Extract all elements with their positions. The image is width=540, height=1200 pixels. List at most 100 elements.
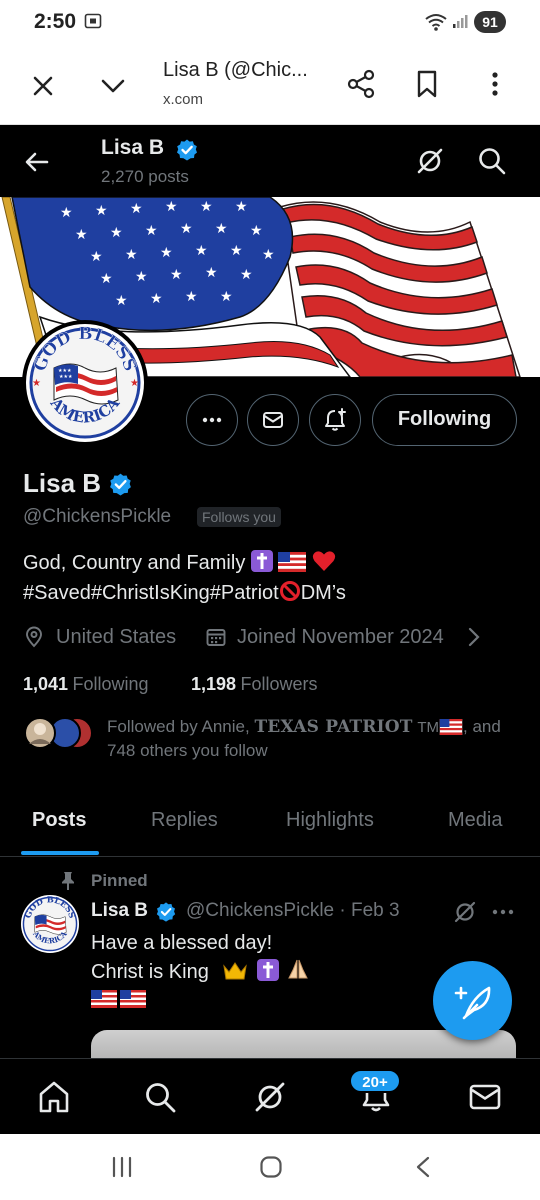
screenshot-icon: [84, 13, 102, 29]
battery-indicator: 91: [474, 11, 506, 33]
page-title: Lisa B (@Chic...: [163, 59, 308, 81]
profile-join-date: Joined November 2024: [237, 626, 444, 648]
followers-count-link[interactable]: 1,198 Followers: [191, 674, 318, 695]
close-icon[interactable]: [26, 69, 60, 103]
location-pin-icon: [26, 626, 42, 648]
svg-text:★: ★: [90, 248, 103, 264]
profile-avatar[interactable]: ★★★ ★★★ GOD BLESS AMERICA ★ ★: [22, 320, 148, 446]
svg-text:★: ★: [32, 378, 41, 389]
more-vertical-icon[interactable]: [478, 67, 512, 101]
back-chevron-icon[interactable]: [414, 1156, 432, 1178]
pin-icon: [62, 872, 74, 890]
envelope-icon: [263, 412, 283, 428]
svg-text:★: ★: [240, 266, 253, 282]
compose-post-button[interactable]: [433, 961, 512, 1040]
followed-by-tm: TM: [417, 719, 440, 736]
calendar-icon: [206, 629, 226, 646]
more-horizontal-icon: [202, 417, 222, 423]
header-post-count: 2,270 posts: [101, 167, 189, 186]
svg-text:★★★: ★★★: [59, 374, 73, 380]
cross-emoji-icon: [257, 959, 279, 981]
cross-emoji-icon: [250, 550, 273, 572]
svg-text:★: ★: [230, 242, 243, 258]
feather-plus-icon: [454, 986, 491, 1020]
verified-badge-icon: [177, 139, 197, 161]
bookmark-icon[interactable]: [410, 67, 444, 101]
pinned-label: Pinned: [91, 871, 148, 890]
bio-dms-text: DM’s: [300, 582, 346, 604]
svg-text:★: ★: [205, 264, 218, 280]
followers-count: 1,198: [191, 674, 237, 694]
wifi-icon: [425, 14, 447, 31]
svg-text:★: ★: [135, 268, 148, 284]
browser-toolbar: Lisa B (@Chic... x.com: [0, 45, 540, 125]
svg-text:★: ★: [110, 224, 123, 240]
svg-text:★: ★: [262, 246, 275, 262]
post-author-name[interactable]: Lisa B: [91, 900, 148, 922]
tab-highlights[interactable]: Highlights: [286, 809, 374, 832]
status-bar: 2:50 91: [0, 0, 540, 45]
prohibited-emoji-icon: [279, 581, 300, 601]
profile-tabs: Posts Replies Highlights Media: [0, 797, 540, 857]
svg-text:★: ★: [125, 246, 138, 262]
profile-location: United States: [56, 626, 177, 648]
svg-text:★: ★: [235, 198, 248, 214]
grok-icon[interactable]: [252, 1079, 288, 1115]
followed-by-text[interactable]: Followed by Annie, TEXAS PATRIOT TM , and…: [107, 715, 522, 762]
page-domain: x.com: [163, 91, 204, 108]
profile-header-bar: Lisa B 2,270 posts: [0, 125, 540, 197]
praying-hands-emoji-icon: [288, 959, 308, 979]
share-icon[interactable]: [344, 67, 378, 101]
following-count-link[interactable]: 1,041 Following: [23, 674, 149, 695]
grok-icon[interactable]: [414, 145, 446, 177]
message-button[interactable]: [247, 394, 299, 446]
svg-text:★: ★: [130, 378, 139, 389]
tab-posts[interactable]: Posts: [32, 809, 86, 832]
recent-apps-icon[interactable]: [110, 1156, 134, 1178]
system-navigation-bar: [0, 1134, 540, 1200]
following-button[interactable]: Following: [372, 394, 517, 446]
svg-text:★: ★: [220, 288, 233, 304]
god-bless-america-logo: GOD BLESS AMERICA: [21, 895, 79, 953]
svg-text:★: ★: [215, 220, 228, 236]
more-horizontal-icon[interactable]: [490, 900, 516, 924]
search-icon[interactable]: [142, 1079, 178, 1115]
profile-name: Lisa B: [23, 468, 102, 498]
svg-text:★: ★: [115, 292, 128, 308]
tab-replies[interactable]: Replies: [151, 809, 218, 832]
verified-badge-icon: [110, 473, 131, 496]
chevron-down-icon[interactable]: [96, 69, 130, 103]
tab-media[interactable]: Media: [448, 809, 502, 832]
followed-by-prefix: Followed by Annie,: [107, 717, 250, 736]
home-icon[interactable]: [36, 1079, 72, 1115]
notifications-badge: 20+: [349, 1069, 401, 1093]
back-arrow-icon[interactable]: [22, 147, 52, 177]
svg-text:★: ★: [185, 288, 198, 304]
svg-text:★: ★: [60, 204, 73, 220]
more-options-button[interactable]: [186, 394, 238, 446]
bio-line-1: God, Country and Family: [23, 552, 246, 574]
post-avatar[interactable]: GOD BLESS AMERICA: [21, 895, 79, 953]
god-bless-america-logo: ★★★★★★ GOD BLESS AMERICA ★ ★: [27, 324, 143, 441]
crown-emoji-icon: [223, 962, 247, 980]
followed-by-avatars[interactable]: [23, 716, 93, 750]
home-circle-icon[interactable]: [259, 1155, 283, 1179]
profile-handle: @ChickensPickle: [23, 506, 172, 527]
profile-bio: God, Country and Family #Saved#ChristIsK…: [23, 548, 523, 608]
svg-text:★: ★: [145, 222, 158, 238]
search-icon[interactable]: [476, 145, 508, 177]
svg-text:★: ★: [75, 226, 88, 242]
chevron-right-icon[interactable]: [466, 626, 482, 648]
svg-text:★: ★: [195, 242, 208, 258]
post-meta: @ChickensPickle · Feb 3: [186, 900, 400, 921]
envelope-icon[interactable]: [467, 1079, 503, 1115]
notify-button[interactable]: [309, 394, 361, 446]
svg-text:★: ★: [170, 266, 183, 282]
signal-icon: [453, 15, 468, 28]
svg-text:★: ★: [150, 290, 163, 306]
bio-line-2: #Saved#ChristIsKing#Patriot: [23, 582, 279, 604]
active-tab-indicator: [21, 851, 99, 855]
svg-text:★: ★: [95, 202, 108, 218]
grok-icon[interactable]: [452, 899, 478, 925]
following-label: Following: [72, 674, 149, 694]
